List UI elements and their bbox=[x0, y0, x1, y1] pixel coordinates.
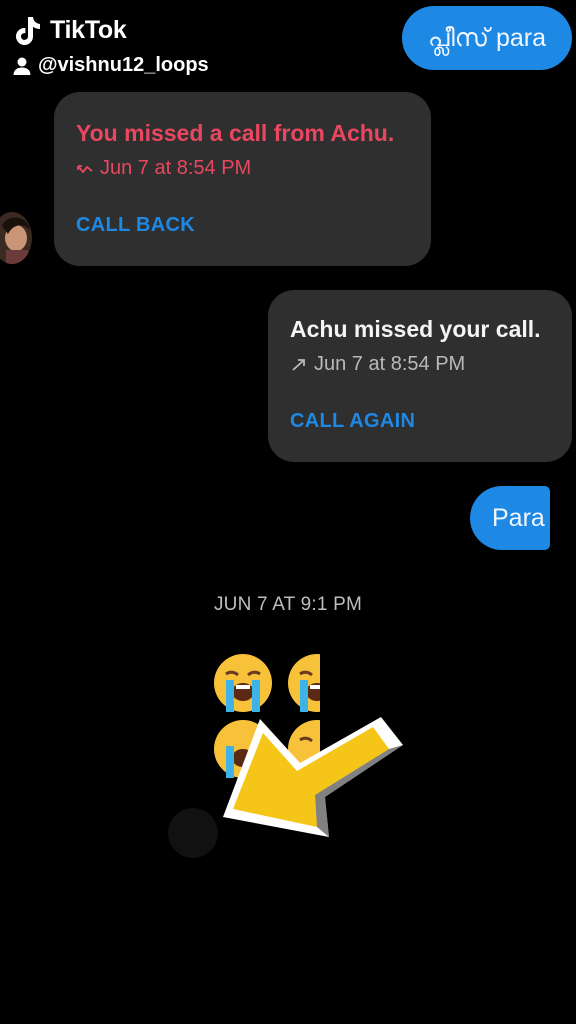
outgoing-call-time-row: Jun 7 at 8:54 PM bbox=[290, 353, 465, 376]
outgoing-call-time: Jun 7 at 8:54 PM bbox=[314, 353, 466, 375]
tiktok-logo-icon bbox=[16, 17, 40, 45]
outgoing-call-card[interactable]: Achu missed your call. Jun 7 at 8:54 PM … bbox=[268, 290, 572, 462]
missed-call-time-row: Jun 7 at 8:54 PM bbox=[76, 157, 251, 180]
outgoing-call-icon bbox=[292, 358, 305, 371]
missed-call-time: Jun 7 at 8:54 PM bbox=[100, 157, 252, 179]
message-text: Para bbox=[492, 503, 545, 532]
call-again-button[interactable]: CALL AGAIN bbox=[290, 410, 415, 433]
missed-call-card[interactable]: You missed a call from Achu. Jun 7 at 8:… bbox=[54, 92, 431, 266]
missed-call-title: You missed a call from Achu. bbox=[76, 120, 395, 146]
sent-message-bubble[interactable]: പ്ലീസ് para bbox=[402, 6, 572, 70]
tiktok-username: @vishnu12_loops bbox=[38, 54, 209, 76]
tiktok-brand: TikTok bbox=[50, 16, 127, 44]
contact-avatar bbox=[0, 212, 32, 264]
outgoing-call-title: Achu missed your call. bbox=[290, 316, 541, 342]
date-separator: JUN 7 AT 9:1 PM bbox=[213, 594, 362, 615]
yellow-arrow-icon bbox=[223, 717, 403, 837]
message-text: പ്ലീസ് para bbox=[427, 23, 547, 52]
person-icon bbox=[13, 57, 31, 75]
missed-call-icon bbox=[77, 164, 93, 173]
call-back-button[interactable]: CALL BACK bbox=[76, 214, 195, 237]
sent-para-bubble[interactable]: Para bbox=[470, 486, 550, 550]
